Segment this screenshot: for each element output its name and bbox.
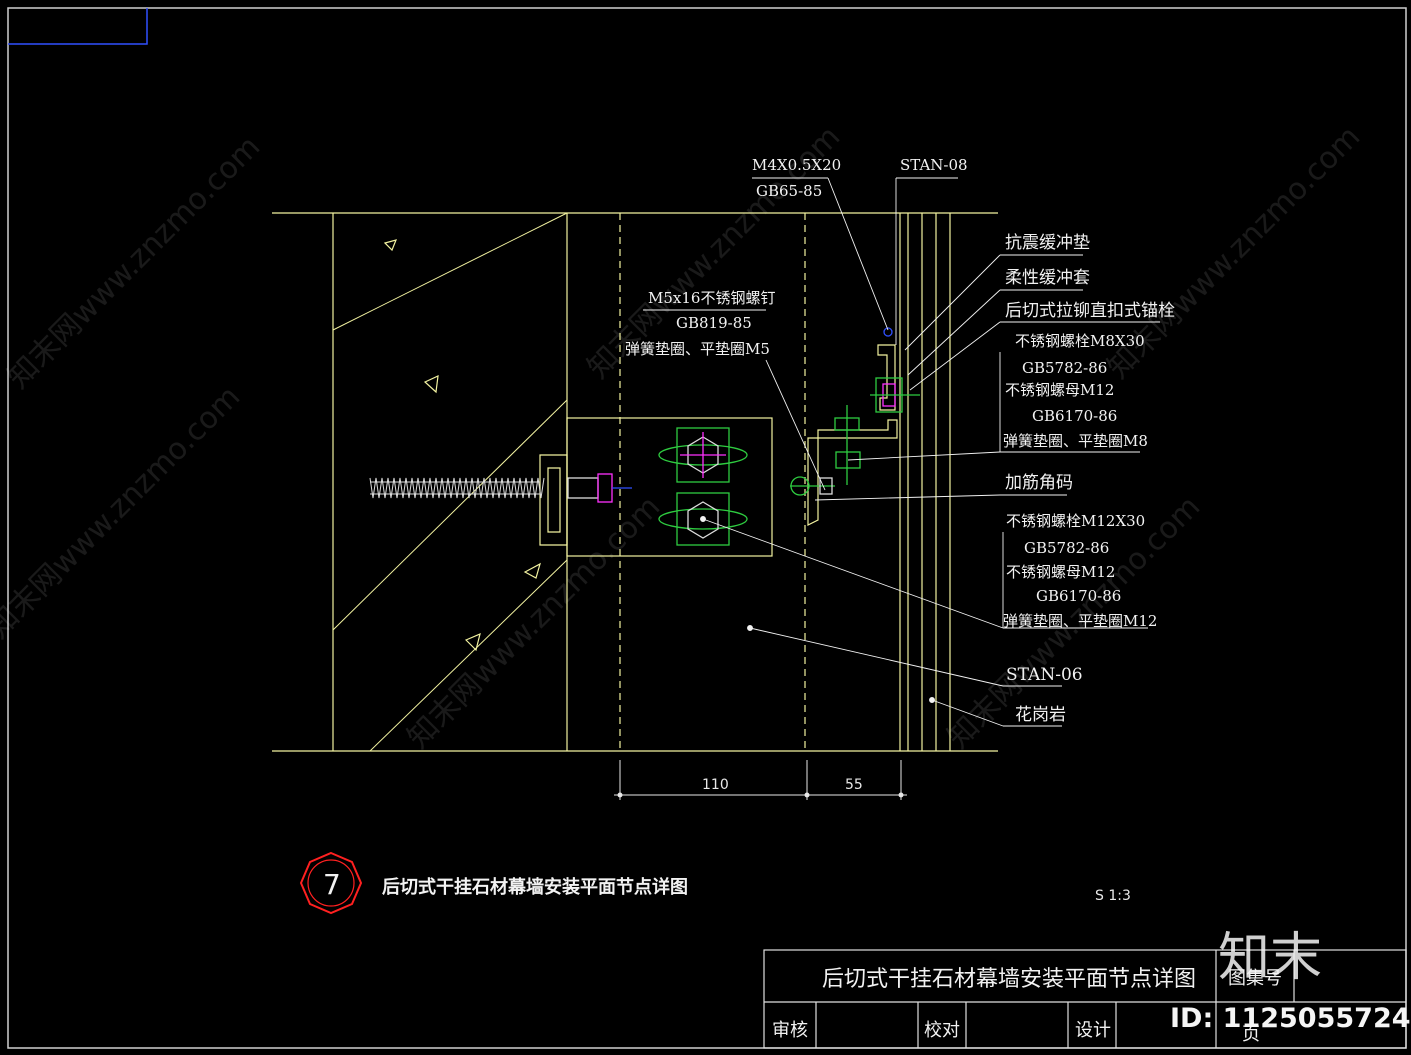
label-stan08: STAN-08 [900, 156, 968, 174]
label-gb5782-a: GB5782-86 [1022, 359, 1107, 377]
watermark-text-4: 知末网www.znzmo.com [401, 489, 667, 755]
label-washer-m5: 弹簧垫圈、平垫圈M5 [625, 340, 770, 358]
dimension-group [614, 760, 907, 800]
detail-scale: S 1:3 [1095, 888, 1131, 904]
brand-logo: 知末 [1218, 928, 1322, 988]
titleblock-drawing-name: 后切式干挂石材幕墙安装平面节点详图 [822, 967, 1196, 992]
label-bolt-m12: 不锈钢螺栓M12X30 [1006, 512, 1145, 530]
watermark-layer: 知末网www.znzmo.com 知末网www.znzmo.com 知末网www… [0, 119, 1367, 755]
label-gb65: GB65-85 [756, 182, 822, 200]
threaded-rod [369, 477, 545, 499]
titleblock-review: 审核 [772, 1020, 808, 1041]
titleblock-check: 校对 [924, 1020, 960, 1041]
label-washer-m12: 弹簧垫圈、平垫圈M12 [1003, 612, 1157, 630]
detail-number: 7 [323, 868, 341, 901]
label-stan06: STAN-06 [1006, 665, 1083, 685]
label-gb6170-a: GB6170-86 [1032, 407, 1117, 425]
label-nut-m12-a: 不锈钢螺母M12 [1005, 381, 1114, 399]
label-m5-screw: M5x16不锈钢螺钉 [648, 289, 775, 307]
brand-id: ID: 1125055724 [1170, 1003, 1411, 1034]
label-anchor: 后切式拉铆直扣式锚栓 [1005, 301, 1175, 321]
watermark-text-1: 知末网www.znzmo.com [1, 129, 267, 395]
label-gb819: GB819-85 [676, 314, 752, 332]
thread-profile [369, 477, 545, 499]
label-flex-sleeve: 柔性缓冲套 [1005, 268, 1090, 288]
label-gb5782-b: GB5782-86 [1024, 539, 1109, 557]
label-gb6170-b: GB6170-86 [1036, 587, 1121, 605]
label-angle-bracket: 加筋角码 [1005, 473, 1073, 493]
label-washer-m8: 弹簧垫圈、平垫圈M8 [1003, 432, 1148, 450]
corner-mark [8, 8, 148, 45]
detail-title: 后切式干挂石材幕墙安装平面节点详图 [382, 876, 688, 898]
label-granite: 花岗岩 [1015, 705, 1066, 725]
cad-drawing: 知末网www.znzmo.com 知末网www.znzmo.com 知末网www… [0, 7, 1411, 1049]
watermark-text-6: 知末网www.znzmo.com [0, 379, 247, 645]
titleblock-design: 设计 [1075, 1020, 1111, 1041]
label-m4: M4X0.5X20 [752, 156, 841, 174]
label-nut-m12-b: 不锈钢螺母M12 [1006, 563, 1115, 581]
dimension-55: 55 [845, 777, 863, 793]
dimension-110: 110 [702, 777, 729, 793]
label-anti-quake-pad: 抗震缓冲垫 [1005, 233, 1090, 253]
detail-marker: 7 [299, 851, 363, 915]
label-bolt-m8: 不锈钢螺栓M8X30 [1015, 332, 1145, 350]
